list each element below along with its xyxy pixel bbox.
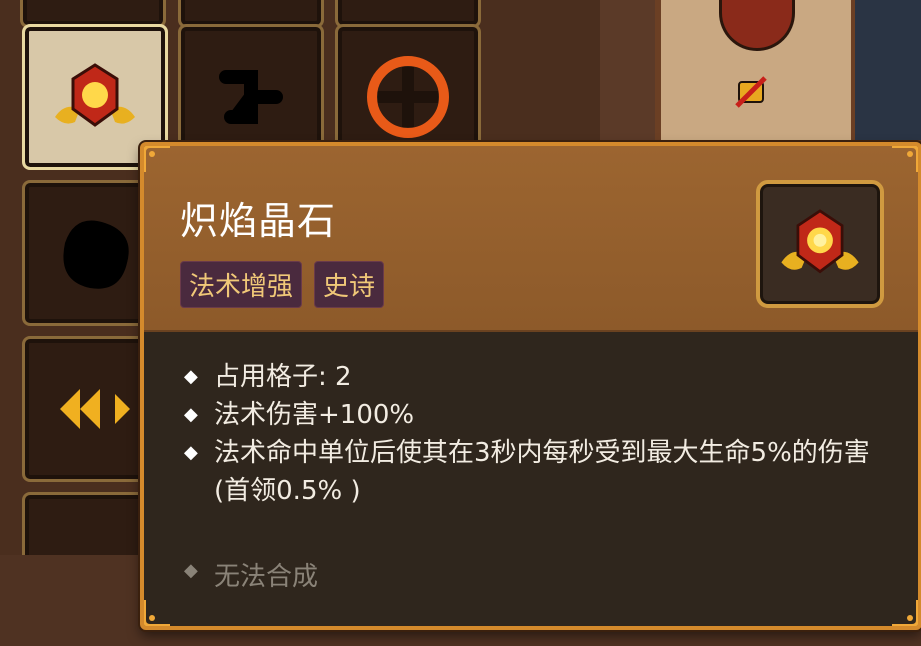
flame-crystal-icon [781, 209, 859, 274]
craft-status-text: 无法合成 [214, 562, 319, 592]
diamond-bullet-icon: ◆ [184, 442, 198, 463]
stat-line: ◆ 占用格子: 2 [180, 358, 878, 396]
stat-line: ◆ 法术命中单位后使其在3秒内每秒受到最大生命5%的伤害(首领0.5% ) [180, 434, 878, 510]
stat-text: 法术伤害+100% [214, 400, 415, 430]
fire-vortex-icon [367, 56, 449, 138]
corner-ornament-icon [144, 146, 170, 172]
tag-rarity: 史诗 [314, 261, 385, 308]
stat-line: ◆ 法术伤害+100% [180, 396, 878, 434]
window-edge [855, 0, 921, 140]
item-icon-frame [756, 180, 884, 308]
diamond-bullet-icon: ◆ [184, 560, 198, 581]
item-tags: 法术增强 史诗 [180, 261, 385, 308]
item-stats: ◆ 占用格子: 2 ◆ 法术伤害+100% ◆ 法术命中单位后使其在3秒内每秒受到最大… [180, 358, 878, 510]
stat-text: 占用格子: 2 [214, 362, 352, 392]
item-tooltip: 炽焰晶石 法术增强 史诗 ◆ 占用格子: 2 ◆ 法术伤害+100% ◆ 法术命中单位… [140, 142, 921, 630]
corner-ornament-icon [892, 146, 918, 172]
craft-status: ◆ 无法合成 [180, 556, 318, 593]
tag-category: 法术增强 [180, 261, 303, 308]
dark-blob-icon [63, 220, 129, 289]
corner-ornament-icon [144, 600, 170, 626]
diamond-bullet-icon: ◆ [184, 404, 198, 425]
key-icon [735, 76, 767, 108]
rune-icon [219, 70, 283, 124]
corner-ornament-icon [892, 600, 918, 626]
banner-column [655, 0, 857, 140]
diamond-bullet-icon: ◆ [184, 366, 198, 387]
stat-text: 法术命中单位后使其在3秒内每秒受到最大生命5%的伤害(首领0.5% ) [214, 438, 870, 506]
item-name: 炽焰晶石 [180, 199, 337, 243]
arrows-icon [60, 389, 130, 429]
red-seal-icon [719, 0, 795, 51]
flame-crystal-icon [55, 63, 135, 127]
